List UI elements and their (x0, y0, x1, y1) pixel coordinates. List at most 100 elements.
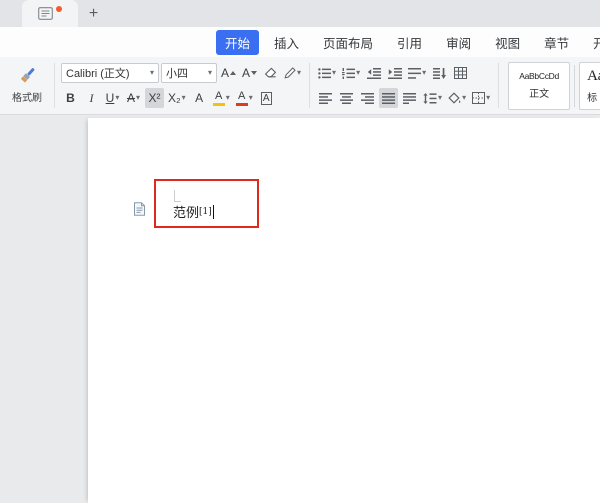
style-item-heading-clipped[interactable]: Aa 标 (579, 62, 600, 110)
chevron-down-icon: ▾ (226, 94, 230, 102)
wps-window: + 开始 插入 页面布局 引用 审阅 视图 章节 开 格式刷 C (0, 0, 600, 503)
chevron-down-icon: ▾ (332, 69, 336, 77)
ribbon-tab-strip: 开始 插入 页面布局 引用 审阅 视图 章节 开 (0, 27, 600, 57)
document-area: 范例[1] (0, 115, 600, 503)
increase-indent-icon (388, 68, 402, 79)
font-color-button[interactable]: A ▾ (234, 88, 255, 108)
text-tools-button[interactable]: ▾ (282, 63, 303, 83)
distribute-button[interactable] (400, 88, 419, 108)
align-center-icon (340, 93, 353, 104)
subscript-button[interactable]: X₂ ▾ (166, 88, 188, 108)
ribbon-tab-home[interactable]: 开始 (216, 30, 259, 55)
ribbon-tab-developer-clipped[interactable]: 开 (584, 30, 600, 55)
window-tab-bar: + (0, 0, 600, 27)
align-left-button[interactable] (316, 88, 335, 108)
pen-icon (284, 67, 296, 79)
clear-formatting-button[interactable] (261, 63, 280, 83)
style-sample: AaBbCcDd (519, 71, 559, 81)
chevron-down-icon: ▾ (297, 69, 301, 77)
underline-button[interactable]: U ▾ (103, 88, 122, 108)
shading-bucket-icon (448, 92, 461, 104)
document-text-run: 范例 (173, 206, 199, 221)
document-tab[interactable] (22, 0, 78, 27)
sort-button[interactable] (430, 63, 449, 83)
justify-button[interactable] (379, 88, 398, 108)
text-effect-button[interactable]: A (190, 88, 209, 108)
style-sample: Aa (587, 68, 600, 85)
bullet-list-button[interactable]: ▾ (316, 63, 338, 83)
decrease-indent-button[interactable] (364, 63, 383, 83)
eraser-icon (264, 67, 277, 79)
align-left-icon (319, 93, 332, 104)
font-size-select[interactable]: 小四 ▾ (161, 63, 217, 83)
decrease-font-size-button[interactable]: A (240, 63, 259, 83)
chevron-down-icon: ▾ (462, 94, 466, 102)
bold-button[interactable]: B (61, 88, 80, 108)
style-gallery: AaBbCcDd 正文 Aa 标 (503, 60, 600, 111)
character-border-icon: A (261, 92, 272, 105)
ribbon-tab-review[interactable]: 审阅 (437, 30, 480, 55)
format-painter-icon (17, 67, 37, 86)
increase-font-size-button[interactable]: A (219, 63, 238, 83)
margin-revision-marker-icon[interactable] (133, 202, 146, 216)
paragraph-group: ▾ ▾ (314, 60, 494, 111)
footnote-reference[interactable]: [1] (199, 207, 212, 217)
style-name: 正文 (529, 85, 549, 100)
unsaved-indicator-dot (56, 6, 62, 12)
chevron-down-icon: ▾ (249, 94, 253, 102)
sort-icon (433, 68, 446, 79)
numbered-list-icon (342, 68, 355, 79)
chevron-down-icon: ▾ (356, 69, 360, 77)
line-spacing-button[interactable]: ▾ (421, 88, 444, 108)
caret-down-icon (251, 71, 257, 75)
shading-button[interactable]: ▾ (446, 88, 468, 108)
chevron-down-icon: ▾ (438, 94, 442, 102)
chevron-down-icon: ▾ (208, 69, 212, 77)
ribbon-tab-view[interactable]: 视图 (486, 30, 529, 55)
letter-a: A (221, 67, 229, 79)
insert-table-button[interactable] (451, 63, 470, 83)
line-spacing-icon (423, 93, 437, 104)
justify-icon (382, 93, 395, 104)
borders-icon (472, 92, 485, 104)
align-right-button[interactable] (358, 88, 377, 108)
text-layout-icon (408, 68, 421, 79)
distribute-icon (403, 93, 416, 104)
superscript-button[interactable]: X² (145, 88, 164, 108)
letter-x: X₂ (168, 92, 181, 104)
increase-indent-button[interactable] (385, 63, 404, 83)
ribbon-tab-page-layout[interactable]: 页面布局 (314, 30, 382, 55)
italic-button[interactable]: I (82, 88, 101, 108)
format-painter-button[interactable]: 格式刷 (4, 60, 50, 111)
divider (54, 63, 55, 108)
strikethrough-button[interactable]: A ▾ (124, 88, 143, 108)
align-right-icon (361, 93, 374, 104)
style-item-body-text[interactable]: AaBbCcDd 正文 (508, 62, 570, 110)
character-border-button[interactable]: A (257, 88, 276, 108)
new-tab-button[interactable]: + (84, 4, 103, 23)
document-page[interactable]: 范例[1] (88, 118, 600, 503)
bullet-list-icon (318, 68, 331, 79)
ribbon-tab-insert[interactable]: 插入 (265, 30, 308, 55)
ribbon-tab-references[interactable]: 引用 (388, 30, 431, 55)
divider (498, 63, 499, 108)
divider (309, 63, 310, 108)
highlight-color-swatch (213, 103, 225, 106)
font-name-value: Calibri (正文) (66, 65, 130, 81)
decrease-indent-icon (367, 68, 381, 79)
chevron-down-icon: ▾ (486, 94, 490, 102)
ribbon-tab-section[interactable]: 章节 (535, 30, 578, 55)
document-text[interactable]: 范例[1] (173, 204, 214, 222)
chevron-down-icon: ▾ (150, 69, 154, 77)
align-center-button[interactable] (337, 88, 356, 108)
borders-button[interactable]: ▾ (470, 88, 492, 108)
format-painter-label: 格式刷 (12, 89, 42, 104)
ribbon-toolbar: 格式刷 Calibri (正文) ▾ 小四 ▾ A A (0, 57, 600, 115)
chevron-down-icon: ▾ (136, 94, 140, 102)
text-cursor (213, 205, 215, 219)
chinese-layout-button[interactable]: ▾ (406, 63, 428, 83)
font-name-select[interactable]: Calibri (正文) ▾ (61, 63, 159, 83)
chevron-down-icon: ▾ (182, 94, 186, 102)
highlight-color-button[interactable]: A ▾ (211, 88, 232, 108)
numbered-list-button[interactable]: ▾ (340, 63, 362, 83)
